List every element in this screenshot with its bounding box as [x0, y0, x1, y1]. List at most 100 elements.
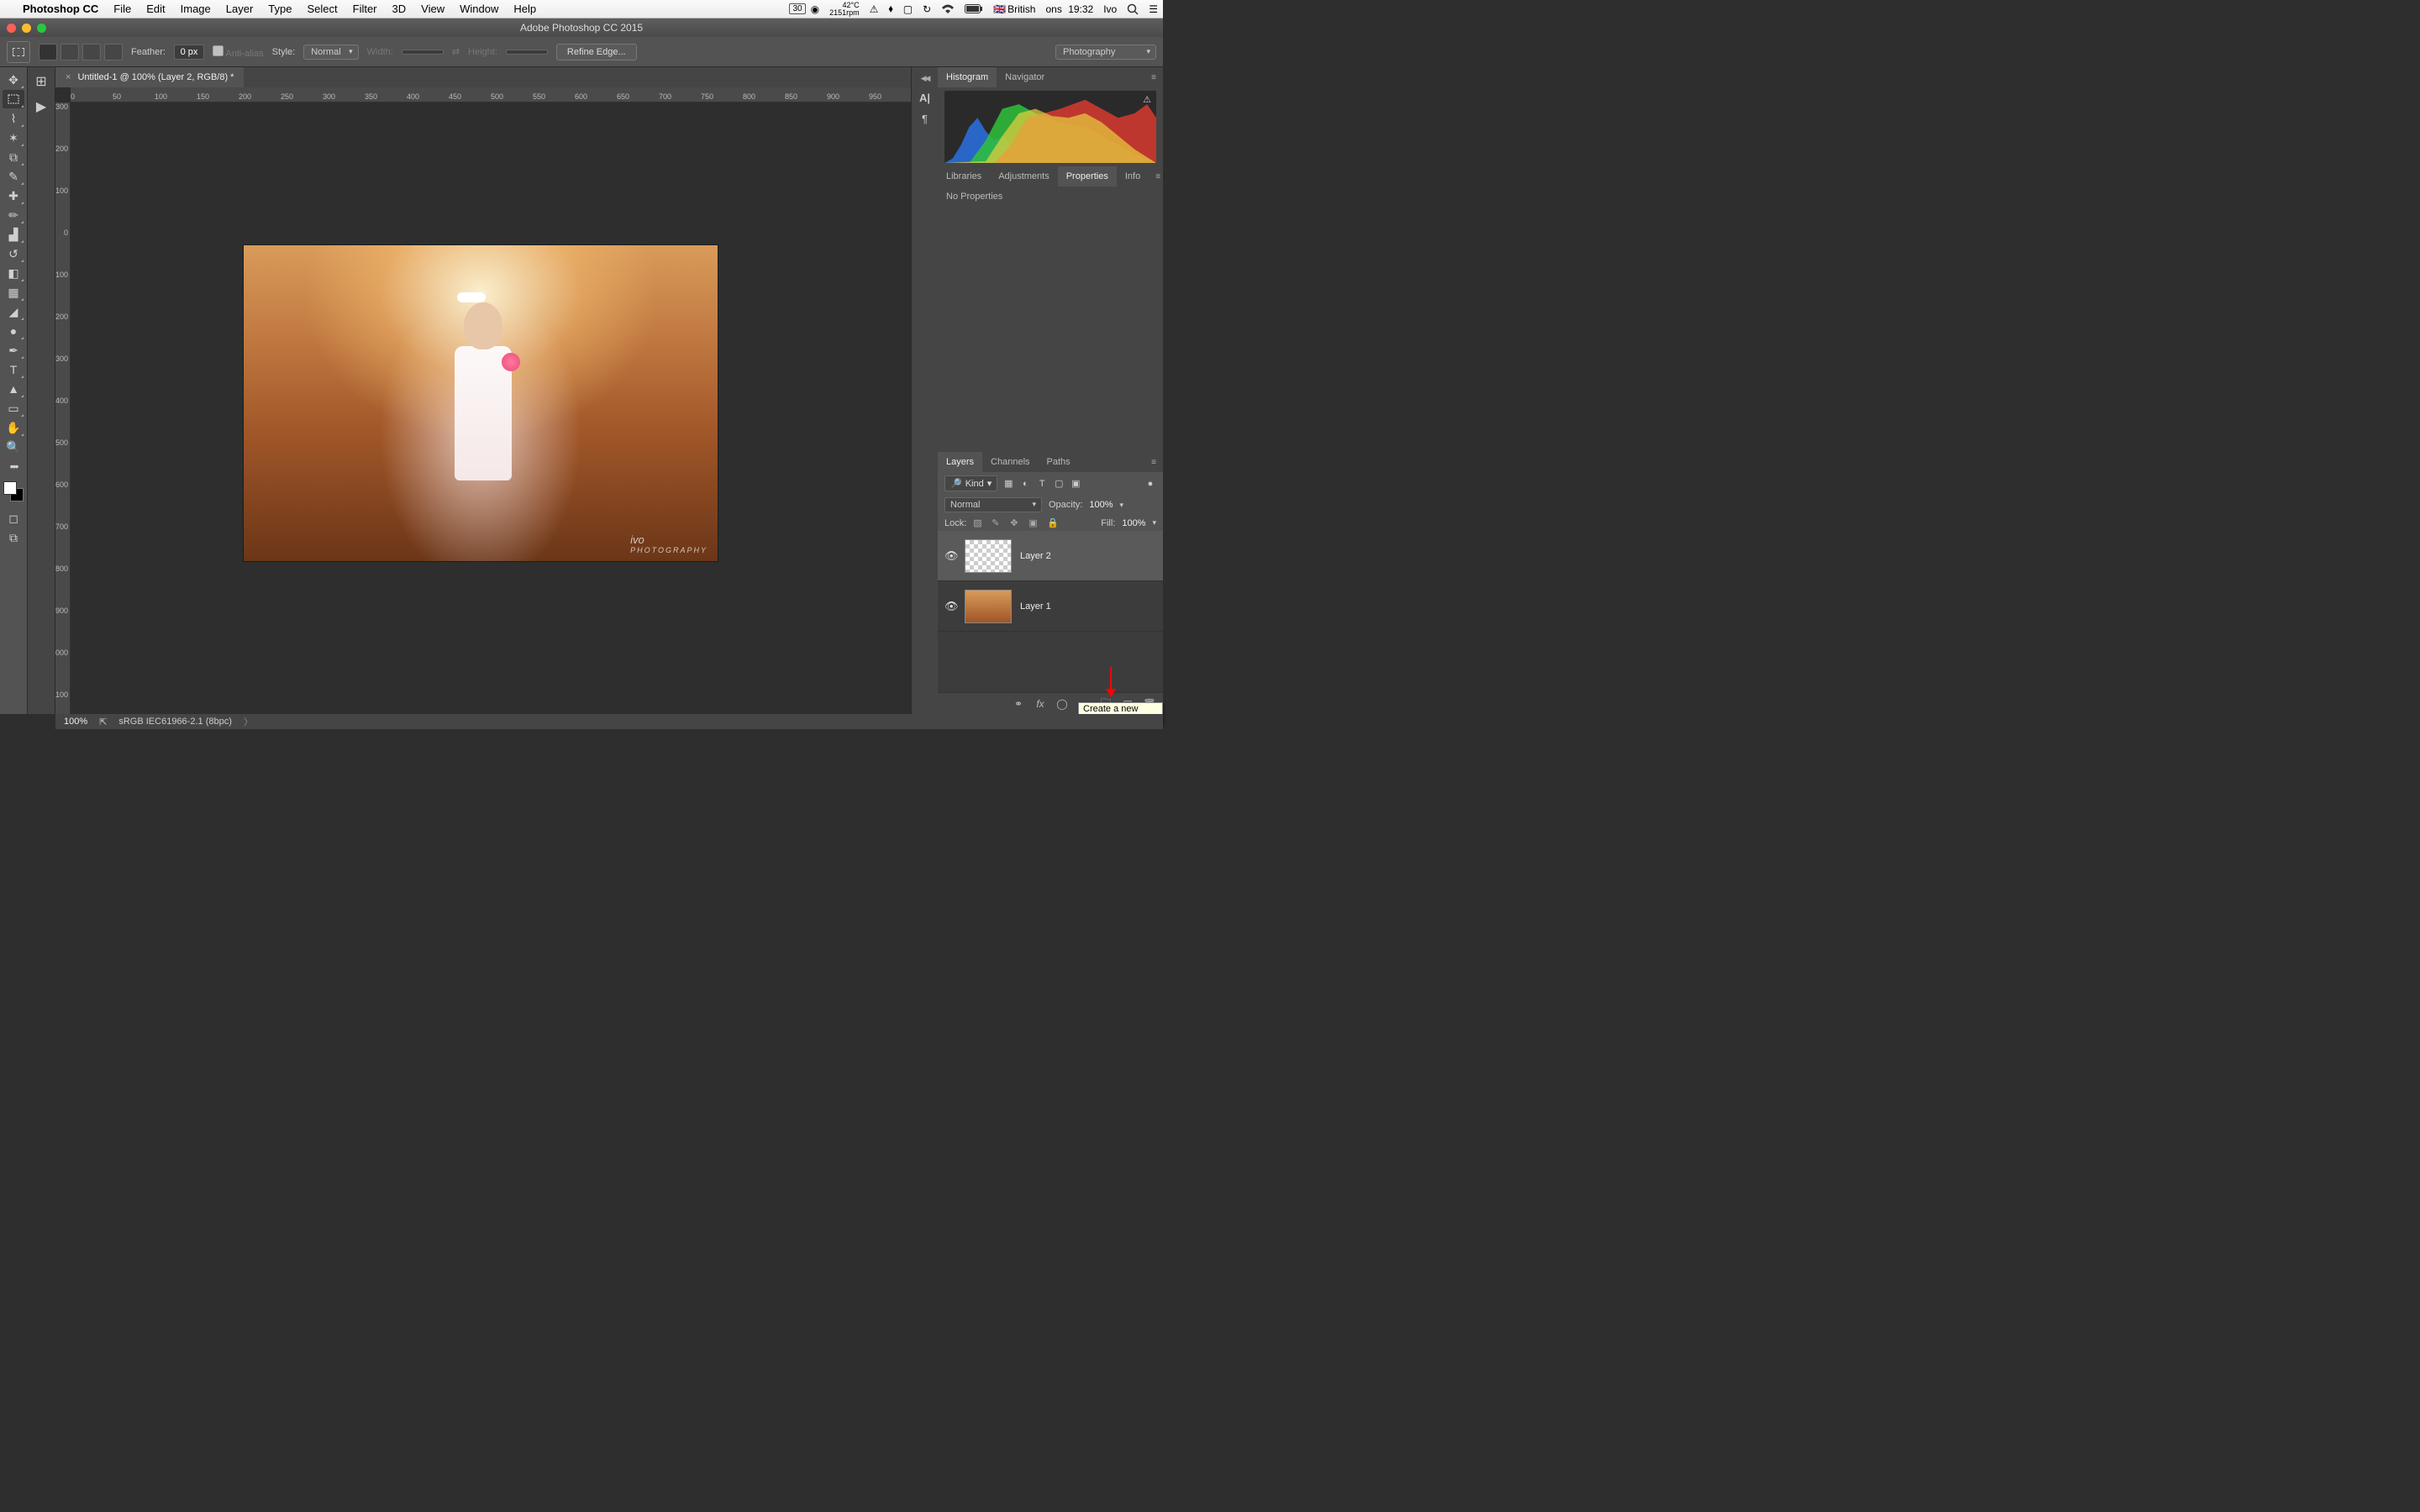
history-brush-tool[interactable]: ↺ — [3, 244, 24, 263]
lock-transparency-icon[interactable]: ▨ — [973, 517, 985, 528]
fill-value[interactable]: 100% — [1122, 518, 1145, 528]
canvas[interactable]: ivoPHOTOGRAPHY — [71, 102, 911, 714]
filter-type-icon[interactable]: T — [1036, 478, 1048, 490]
close-tab-icon[interactable]: × — [66, 72, 71, 82]
lock-pixels-icon[interactable]: ✎ — [992, 517, 1003, 528]
tab-adjustments[interactable]: Adjustments — [990, 166, 1058, 186]
tab-channels[interactable]: Channels — [982, 452, 1038, 472]
brush-tool[interactable]: ✏ — [3, 206, 24, 224]
feather-input[interactable]: 0 px — [174, 45, 204, 60]
calendar-menulet-icon[interactable]: 30 — [789, 3, 805, 14]
tab-properties[interactable]: Properties — [1058, 166, 1117, 186]
window-minimize-button[interactable] — [22, 24, 31, 33]
visibility-toggle-icon[interactable]: 👁 — [944, 600, 956, 613]
blur-tool[interactable]: ◢ — [3, 302, 24, 321]
healing-tool[interactable]: ✚ — [3, 186, 24, 205]
type-tool[interactable]: T — [3, 360, 24, 379]
properties-menu-icon[interactable]: ≡ — [1149, 172, 1167, 181]
histogram-warning-icon[interactable]: ⚠ — [1143, 94, 1151, 105]
app-name[interactable]: Photoshop CC — [15, 3, 106, 15]
layer-mask-icon[interactable]: ◯ — [1055, 698, 1069, 710]
move-tool[interactable]: ✥ — [3, 71, 24, 89]
selection-new-button[interactable] — [39, 44, 57, 60]
filter-smart-icon[interactable]: ▣ — [1070, 478, 1081, 490]
menu-edit[interactable]: Edit — [139, 3, 172, 15]
lock-artboard-icon[interactable]: ▣ — [1028, 517, 1040, 528]
wifi-menulet-icon[interactable] — [936, 4, 960, 14]
tab-info[interactable]: Info — [1117, 166, 1149, 186]
warn-menulet-icon[interactable]: ⚠︎ — [865, 3, 884, 15]
spotlight-icon[interactable] — [1122, 3, 1144, 15]
action-toggle-icon[interactable]: ⊞ — [30, 72, 52, 91]
marquee-tool[interactable] — [3, 90, 24, 108]
document-tab[interactable]: × Untitled-1 @ 100% (Layer 2, RGB/8) * — [55, 67, 244, 87]
layer-thumbnail[interactable] — [965, 539, 1012, 573]
eraser-tool[interactable]: ◧ — [3, 264, 24, 282]
hand-tool[interactable]: ✋ — [3, 418, 24, 437]
menu-image[interactable]: Image — [173, 3, 218, 15]
shape-tool[interactable]: ▭ — [3, 399, 24, 417]
layer-row[interactable]: 👁 Layer 2 — [938, 531, 1163, 581]
window-close-button[interactable] — [7, 24, 16, 33]
airplay-menulet-icon[interactable]: ▢ — [898, 3, 918, 15]
selection-add-button[interactable] — [60, 44, 79, 60]
layer-filter-kind[interactable]: 🔎Kind ▾ — [944, 475, 997, 491]
battery-menulet-icon[interactable] — [960, 4, 988, 13]
blend-mode-select[interactable]: Normal — [944, 497, 1042, 512]
selection-subtract-button[interactable] — [82, 44, 101, 60]
opacity-dropdown-icon[interactable]: ▾ — [1120, 501, 1124, 510]
tab-layers[interactable]: Layers — [938, 452, 982, 472]
fill-dropdown-icon[interactable]: ▾ — [1152, 518, 1156, 528]
visibility-toggle-icon[interactable]: 👁 — [944, 549, 956, 563]
dropbox-menulet-icon[interactable]: ⬧ — [883, 3, 897, 15]
filter-pixel-icon[interactable]: ▦ — [1002, 478, 1014, 490]
menu-view[interactable]: View — [413, 3, 452, 15]
lasso-tool[interactable]: ⌇ — [3, 109, 24, 128]
layer-fx-icon[interactable]: fx — [1034, 698, 1047, 710]
menu-window[interactable]: Window — [452, 3, 506, 15]
layer-name[interactable]: Layer 2 — [1020, 551, 1051, 561]
timemachine-menulet-icon[interactable]: ↻ — [918, 3, 936, 15]
menu-file[interactable]: File — [106, 3, 139, 15]
layers-menu-icon[interactable]: ≡ — [1144, 458, 1163, 467]
play-action-icon[interactable]: ▶ — [30, 97, 52, 116]
paragraph-panel-icon[interactable]: ¶ — [922, 113, 928, 125]
panel-collapse-icon[interactable]: ◀◀ — [921, 74, 929, 83]
screenmode-toggle[interactable]: ⧉ — [3, 528, 24, 547]
menu-filter[interactable]: Filter — [345, 3, 385, 15]
lock-position-icon[interactable]: ✥ — [1010, 517, 1022, 528]
crop-tool[interactable]: ⧉ — [3, 148, 24, 166]
status-flyout-icon[interactable]: 〉 — [244, 715, 253, 728]
tab-libraries[interactable]: Libraries — [938, 166, 990, 186]
tab-paths[interactable]: Paths — [1039, 452, 1079, 472]
ruler-horizontal[interactable]: 0501001502002503003504004505005506006507… — [71, 87, 911, 102]
clock-menulet[interactable]: ons 19:32 — [1040, 3, 1098, 15]
menu-layer[interactable]: Layer — [218, 3, 261, 15]
layer-row[interactable]: 👁 Layer 1 — [938, 581, 1163, 632]
workspace-select[interactable]: Photography — [1055, 45, 1156, 60]
zoom-tool[interactable]: 🔍 — [3, 438, 24, 456]
refine-edge-button[interactable]: Refine Edge... — [556, 44, 637, 60]
pen-tool[interactable]: ✒ — [3, 341, 24, 360]
lang-menulet[interactable]: 🇬🇧 British — [988, 3, 1040, 15]
histogram-menu-icon[interactable]: ≡ — [1144, 73, 1163, 82]
character-panel-icon[interactable]: A| — [919, 92, 930, 104]
opacity-value[interactable]: 100% — [1089, 500, 1113, 510]
selection-intersect-button[interactable] — [104, 44, 123, 60]
edit-toolbar[interactable]: ••• — [3, 457, 24, 475]
style-select[interactable]: Normal — [303, 45, 358, 60]
filter-toggle-icon[interactable]: ● — [1144, 478, 1156, 490]
user-menulet[interactable]: Ivo — [1098, 3, 1122, 15]
filter-shape-icon[interactable]: ▢ — [1053, 478, 1065, 490]
notification-center-icon[interactable]: ☰ — [1144, 3, 1163, 15]
zoom-level[interactable]: 100% — [64, 717, 87, 727]
link-layers-icon[interactable]: ⚭ — [1012, 698, 1025, 710]
tab-navigator[interactable]: Navigator — [997, 67, 1053, 87]
window-zoom-button[interactable] — [37, 24, 46, 33]
cc-menulet-icon[interactable]: ◉ — [806, 3, 824, 15]
path-select-tool[interactable]: ▲ — [3, 380, 24, 398]
filter-adjust-icon[interactable]: ◐ — [1019, 478, 1031, 490]
tab-histogram[interactable]: Histogram — [938, 67, 997, 87]
lock-all-icon[interactable]: 🔒 — [1047, 517, 1059, 528]
menu-type[interactable]: Type — [260, 3, 299, 15]
